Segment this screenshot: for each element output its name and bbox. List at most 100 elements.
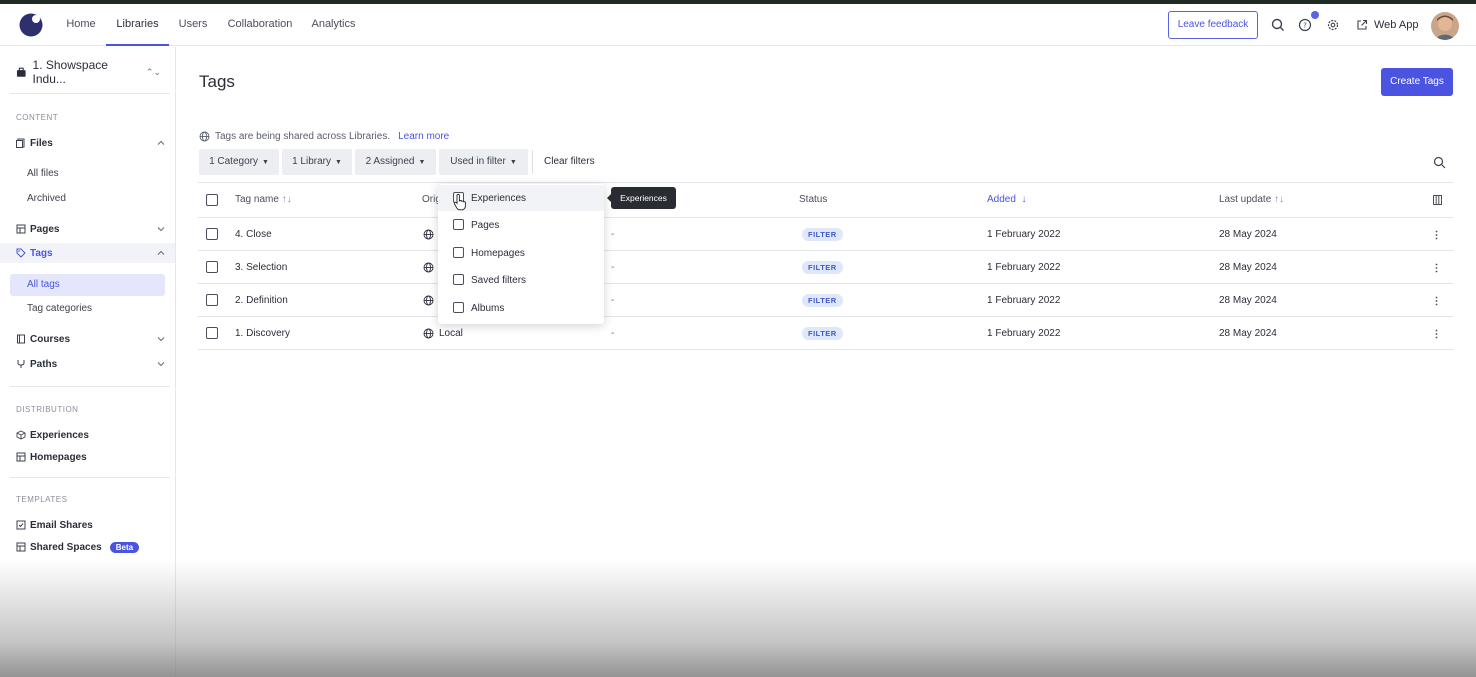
leave-feedback-button[interactable]: Leave feedback xyxy=(1168,11,1258,39)
help-icon[interactable]: ? xyxy=(1297,17,1313,33)
beta-badge: Beta xyxy=(109,541,140,553)
settings-gear-icon[interactable] xyxy=(1325,17,1341,33)
globe-icon xyxy=(423,229,434,240)
sidebar-subitem-archived[interactable]: Archived xyxy=(27,190,66,208)
web-app-label: Web App xyxy=(1374,19,1419,31)
row-more-icon[interactable] xyxy=(1435,263,1438,273)
email-template-icon xyxy=(16,520,26,530)
shared-spaces-icon xyxy=(16,542,26,552)
added-date-cell: 1 February 2022 xyxy=(987,262,1061,273)
row-more-icon[interactable] xyxy=(1435,230,1438,240)
filter-chip-assigned[interactable]: 2 Assigned ▼ xyxy=(355,149,436,175)
search-icon[interactable] xyxy=(1270,17,1286,33)
row-divider xyxy=(198,250,1453,251)
pages-icon xyxy=(16,224,26,234)
sidebar-item-pages[interactable]: Pages xyxy=(16,219,166,239)
filter-chip-category[interactable]: 1 Category ▼ xyxy=(199,149,279,175)
option-checkbox[interactable] xyxy=(453,274,464,285)
sidebar-item-files[interactable]: Files xyxy=(16,133,166,153)
tag-name-cell[interactable]: 2. Definition xyxy=(235,295,288,306)
row-checkbox[interactable] xyxy=(206,327,218,339)
sidebar-item-experiences[interactable]: Experiences xyxy=(16,425,166,445)
paths-icon xyxy=(17,360,25,368)
dropdown-option-saved-filters[interactable]: Saved filters xyxy=(438,267,604,293)
status-badge: FILTER xyxy=(802,228,843,241)
clear-filters-button[interactable]: Clear filters xyxy=(544,156,595,167)
files-icon xyxy=(16,138,25,148)
option-checkbox[interactable] xyxy=(453,302,464,313)
filter-chip-used-in-filter[interactable]: Used in filter ▼ xyxy=(439,149,528,175)
nav-tab-analytics[interactable]: Analytics xyxy=(309,4,358,46)
user-avatar[interactable] xyxy=(1431,12,1459,40)
sidebar-item-courses[interactable]: Courses xyxy=(16,329,166,349)
row-checkbox[interactable] xyxy=(206,294,218,306)
column-header-status[interactable]: Status xyxy=(799,194,827,205)
sidebar-divider xyxy=(10,386,170,387)
sidebar-subitem-tag-categories[interactable]: Tag categories xyxy=(27,300,92,318)
added-date-cell: 1 February 2022 xyxy=(987,328,1061,339)
sidebar-subitem-all-files[interactable]: All files xyxy=(27,165,59,183)
dropdown-option-homepages[interactable]: Homepages xyxy=(438,240,604,266)
sidebar-item-homepages[interactable]: Homepages xyxy=(16,447,166,467)
workspace-selector[interactable]: 1. Showspace Indu... ⌃⌄ xyxy=(16,58,161,86)
filter-chip-library[interactable]: 1 Library ▼ xyxy=(282,149,352,175)
chevron-down-icon xyxy=(157,337,165,342)
create-tags-button[interactable]: Create Tags xyxy=(1381,68,1453,96)
status-badge: FILTER xyxy=(802,261,843,274)
dropdown-option-albums[interactable]: Albums xyxy=(438,295,604,321)
row-checkbox[interactable] xyxy=(206,228,218,240)
homepage-layout-icon xyxy=(16,452,26,462)
sidebar-item-label: Homepages xyxy=(30,451,87,463)
globe-icon xyxy=(423,262,434,273)
workspace-name: 1. Showspace Indu... xyxy=(32,58,108,86)
row-checkbox[interactable] xyxy=(206,261,218,273)
option-checkbox[interactable] xyxy=(453,219,464,230)
tag-name-cell[interactable]: 3. Selection xyxy=(235,262,287,273)
row-more-icon[interactable] xyxy=(1435,329,1438,339)
column-header-last-update[interactable]: Last update ↑↓ xyxy=(1219,194,1284,205)
description-cell: - xyxy=(611,229,615,240)
sidebar-subitem-all-tags[interactable]: All tags xyxy=(10,274,165,296)
section-label-distribution: DISTRIBUTION xyxy=(16,405,79,414)
columns-settings-icon[interactable] xyxy=(1433,195,1442,205)
tag-name-cell[interactable]: 4. Close xyxy=(235,229,272,240)
row-divider xyxy=(198,283,1453,284)
origin-cell: Local xyxy=(439,328,463,339)
last-update-cell: 28 May 2024 xyxy=(1219,262,1277,273)
nav-tab-home[interactable]: Home xyxy=(60,4,102,46)
table-search-icon[interactable] xyxy=(1433,156,1446,169)
nav-tab-libraries[interactable]: Libraries xyxy=(106,4,169,46)
sidebar-item-paths[interactable]: Paths xyxy=(16,354,166,374)
last-update-cell: 28 May 2024 xyxy=(1219,328,1277,339)
caret-down-icon: ▼ xyxy=(261,159,269,166)
select-all-checkbox[interactable] xyxy=(206,194,218,206)
sidebar-item-label: Experiences xyxy=(30,429,89,441)
option-checkbox[interactable] xyxy=(453,247,464,258)
shared-notice: Tags are being shared across Libraries. … xyxy=(199,130,449,142)
table-top-border xyxy=(198,182,1453,183)
column-header-tag-name[interactable]: Tag name ↑↓ xyxy=(235,194,292,205)
sidebar-item-label: Tags xyxy=(30,247,53,259)
web-app-link[interactable]: Web App xyxy=(1356,17,1418,33)
learn-more-link[interactable]: Learn more xyxy=(398,131,449,142)
sidebar-item-shared-spaces[interactable]: Shared Spaces Beta xyxy=(16,537,166,557)
status-badge: FILTER xyxy=(802,294,843,307)
sidebar-item-email-shares[interactable]: Email Shares xyxy=(16,515,166,535)
chevron-down-icon xyxy=(157,362,165,367)
section-label-templates: TEMPLATES xyxy=(16,495,68,504)
description-cell: - xyxy=(611,295,615,306)
column-header-added[interactable]: Added ↓ xyxy=(987,194,1026,205)
table-bottom-border xyxy=(198,349,1453,350)
sidebar-item-label: Pages xyxy=(30,223,60,235)
option-label: Saved filters xyxy=(471,274,527,286)
nav-tab-collaboration[interactable]: Collaboration xyxy=(226,4,294,46)
dropdown-option-pages[interactable]: Pages xyxy=(438,212,604,238)
sort-desc-icon: ↓ xyxy=(1018,194,1027,205)
nav-tab-users[interactable]: Users xyxy=(175,4,211,46)
app-logo-icon[interactable] xyxy=(19,13,43,37)
tag-name-cell[interactable]: 1. Discovery xyxy=(235,328,290,339)
cube-icon xyxy=(16,430,26,440)
option-label: Albums xyxy=(471,302,505,314)
row-more-icon[interactable] xyxy=(1435,296,1438,306)
sidebar-item-tags[interactable]: Tags xyxy=(16,243,166,263)
